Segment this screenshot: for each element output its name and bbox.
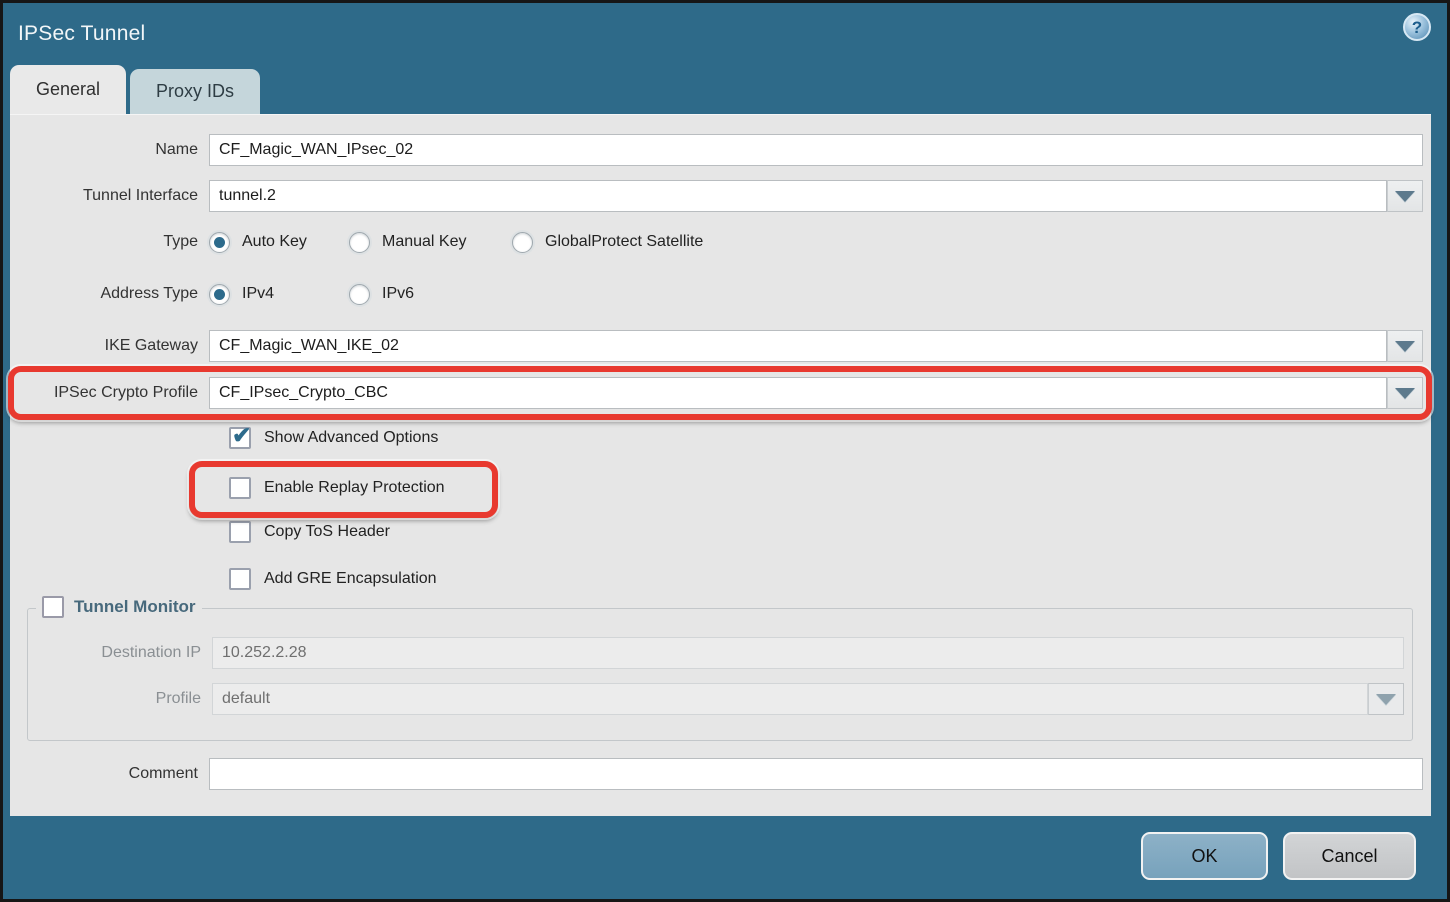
name-row: Name xyxy=(10,134,1431,166)
dialog-title: IPSec Tunnel xyxy=(18,22,145,46)
general-tab-panel: Name Tunnel Interface Type Auto Key xyxy=(10,114,1431,816)
address-type-row: Address Type IPv4 IPv6 xyxy=(10,280,1431,308)
checkbox-icon[interactable] xyxy=(229,521,251,543)
type-label: Type xyxy=(10,233,209,251)
checkbox-icon[interactable] xyxy=(229,477,251,499)
ipsec-crypto-profile-row: IPSec Crypto Profile xyxy=(10,377,1431,409)
ok-button[interactable]: OK xyxy=(1141,832,1268,880)
radio-ipv4-label: IPv4 xyxy=(242,285,274,303)
tab-proxy-ids[interactable]: Proxy IDs xyxy=(130,69,260,114)
enable-replay-protection-row[interactable]: Enable Replay Protection xyxy=(10,475,1431,501)
profile-label: Profile xyxy=(36,690,212,708)
tab-proxy-ids-label: Proxy IDs xyxy=(156,81,234,102)
ipsec-crypto-profile-dropdown-button[interactable] xyxy=(1387,377,1423,409)
tab-general[interactable]: General xyxy=(10,65,126,114)
tunnel-interface-row: Tunnel Interface xyxy=(10,180,1431,212)
radio-button-icon xyxy=(209,232,230,253)
ike-gateway-input[interactable] xyxy=(209,330,1387,362)
ike-gateway-label: IKE Gateway xyxy=(10,337,209,355)
tunnel-monitor-group: Tunnel Monitor Destination IP Profile xyxy=(27,608,1413,741)
comment-label: Comment xyxy=(10,765,209,783)
destination-ip-row: Destination IP xyxy=(36,637,1404,669)
copy-tos-header-label: Copy ToS Header xyxy=(264,523,390,541)
radio-ipv6[interactable]: IPv6 xyxy=(349,284,414,305)
name-input[interactable] xyxy=(209,134,1423,166)
chevron-down-icon xyxy=(1395,341,1415,352)
type-row: Type Auto Key Manual Key GlobalProtect S… xyxy=(10,228,1431,256)
question-mark-glyph: ? xyxy=(1412,19,1422,36)
ipsec-tunnel-dialog: IPSec Tunnel ? General Proxy IDs Name Tu… xyxy=(0,0,1450,902)
destination-ip-input xyxy=(212,637,1404,669)
chevron-down-icon xyxy=(1395,191,1415,202)
radio-button-icon xyxy=(349,284,370,305)
profile-dropdown-button xyxy=(1368,683,1404,715)
tab-bar: General Proxy IDs xyxy=(10,65,260,114)
radio-manual-key-label: Manual Key xyxy=(382,233,467,251)
checkbox-icon[interactable] xyxy=(229,427,251,449)
comment-input[interactable] xyxy=(209,758,1423,790)
tunnel-monitor-legend: Tunnel Monitor xyxy=(36,596,202,618)
radio-globalprotect-satellite-label: GlobalProtect Satellite xyxy=(545,233,703,251)
tunnel-monitor-checkbox[interactable] xyxy=(42,596,64,618)
add-gre-encapsulation-row[interactable]: Add GRE Encapsulation xyxy=(10,566,1431,592)
tunnel-interface-dropdown-button[interactable] xyxy=(1387,180,1423,212)
radio-button-icon xyxy=(512,232,533,253)
radio-auto-key-label: Auto Key xyxy=(242,233,307,251)
dialog-footer: OK Cancel xyxy=(3,813,1447,899)
tunnel-monitor-label: Tunnel Monitor xyxy=(74,597,196,617)
chevron-down-icon xyxy=(1395,388,1415,399)
show-advanced-options-label: Show Advanced Options xyxy=(264,429,438,447)
profile-input xyxy=(212,683,1368,715)
add-gre-encapsulation-label: Add GRE Encapsulation xyxy=(264,570,437,588)
address-type-label: Address Type xyxy=(10,285,209,303)
tab-general-label: General xyxy=(36,79,100,100)
dialog-titlebar: IPSec Tunnel ? xyxy=(3,3,1447,65)
name-label: Name xyxy=(10,141,209,159)
cancel-button-label: Cancel xyxy=(1321,846,1377,867)
ike-gateway-dropdown-button[interactable] xyxy=(1387,330,1423,362)
radio-ipv6-label: IPv6 xyxy=(382,285,414,303)
ok-button-label: OK xyxy=(1191,846,1217,867)
comment-row: Comment xyxy=(10,758,1431,790)
enable-replay-protection-label: Enable Replay Protection xyxy=(264,479,445,497)
show-advanced-options-row[interactable]: Show Advanced Options xyxy=(10,425,1431,451)
tunnel-interface-label: Tunnel Interface xyxy=(10,187,209,205)
radio-auto-key[interactable]: Auto Key xyxy=(209,232,349,253)
radio-button-icon xyxy=(349,232,370,253)
cancel-button[interactable]: Cancel xyxy=(1283,832,1416,880)
copy-tos-header-row[interactable]: Copy ToS Header xyxy=(10,519,1431,545)
ike-gateway-row: IKE Gateway xyxy=(10,330,1431,362)
radio-button-icon xyxy=(209,284,230,305)
help-icon[interactable]: ? xyxy=(1403,13,1431,41)
ipsec-crypto-profile-label: IPSec Crypto Profile xyxy=(10,384,209,402)
chevron-down-icon xyxy=(1376,694,1396,705)
tunnel-interface-input[interactable] xyxy=(209,180,1387,212)
destination-ip-label: Destination IP xyxy=(36,644,212,662)
checkbox-icon[interactable] xyxy=(229,568,251,590)
radio-ipv4[interactable]: IPv4 xyxy=(209,284,349,305)
radio-manual-key[interactable]: Manual Key xyxy=(349,232,512,253)
profile-row: Profile xyxy=(36,683,1404,715)
ipsec-crypto-profile-input[interactable] xyxy=(209,377,1387,409)
radio-globalprotect-satellite[interactable]: GlobalProtect Satellite xyxy=(512,232,703,253)
